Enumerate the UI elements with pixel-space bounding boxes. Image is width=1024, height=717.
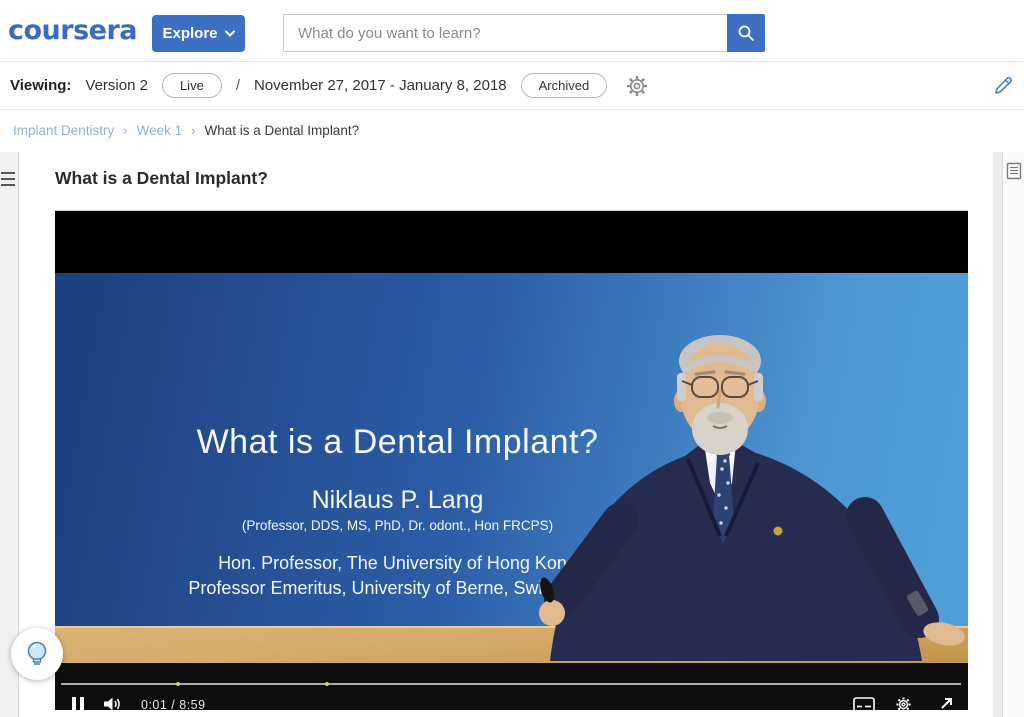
gear-icon (625, 74, 649, 98)
video-player[interactable]: What is a Dental Implant? Niklaus P. Lan… (55, 210, 968, 710)
notes-icon (1006, 162, 1022, 180)
speaker-photo (520, 331, 968, 661)
left-collapsed-sidebar (0, 152, 19, 717)
volume-button[interactable] (103, 696, 123, 710)
breadcrumb-separator-icon: › (191, 123, 195, 138)
live-badge[interactable]: Live (162, 73, 222, 98)
breadcrumb-course-link[interactable]: Implant Dentistry (13, 123, 114, 138)
video-time-display: 0:01 / 8:59 (141, 698, 206, 710)
video-control-bar: 0:01 / 8:59 (55, 663, 968, 710)
pencil-icon (992, 75, 1014, 97)
page-background-gap (993, 152, 1002, 717)
page-title: What is a Dental Implant? (55, 168, 268, 189)
captions-button[interactable] (853, 697, 875, 710)
viewing-label: Viewing: (10, 77, 71, 94)
course-item-page: coursera Explore Viewing: Version 2 Live… (0, 0, 1024, 717)
chevron-down-icon (225, 30, 235, 37)
search-input[interactable] (283, 14, 727, 52)
lightbulb-icon (23, 640, 51, 668)
right-collapsed-sidebar (1002, 152, 1024, 717)
fullscreen-button[interactable] (939, 696, 954, 710)
viewing-separator: / (236, 77, 240, 94)
viewing-bar: Viewing: Version 2 Live / November 27, 2… (0, 62, 1024, 110)
explore-button[interactable]: Explore (152, 15, 245, 52)
explore-button-label: Explore (162, 25, 217, 42)
session-settings-button[interactable] (625, 74, 649, 98)
breadcrumb-current-item: What is a Dental Implant? (205, 123, 360, 138)
captions-icon (853, 697, 875, 710)
hint-lightbulb-button[interactable] (11, 628, 63, 680)
breadcrumb-separator-icon: › (123, 123, 127, 138)
video-letterbox (55, 211, 968, 273)
notes-panel-button[interactable] (1006, 162, 1022, 180)
top-header: coursera Explore (0, 0, 1024, 62)
settings-gear-icon (895, 696, 912, 710)
video-settings-button[interactable] (895, 696, 912, 710)
version-label: Version 2 (85, 77, 148, 94)
breadcrumb-week-link[interactable]: Week 1 (137, 123, 183, 138)
search-button[interactable] (727, 14, 765, 52)
progress-marker (325, 682, 329, 686)
search-bar (283, 14, 765, 52)
session-date-range: November 27, 2017 - January 8, 2018 (254, 77, 507, 94)
breadcrumb-bar: Implant Dentistry › Week 1 › What is a D… (0, 110, 1024, 152)
breadcrumb: Implant Dentistry › Week 1 › What is a D… (13, 123, 359, 138)
menu-icon[interactable] (1, 172, 15, 190)
lecture-content: What is a Dental Implant? What is a Dent… (20, 152, 993, 717)
edit-page-button[interactable] (992, 75, 1014, 97)
archived-badge[interactable]: Archived (521, 73, 608, 98)
coursera-logo[interactable]: coursera (8, 15, 137, 46)
progress-marker (176, 682, 180, 686)
search-icon (737, 24, 755, 42)
fullscreen-icon (939, 696, 954, 710)
video-progress-bar[interactable] (61, 683, 961, 685)
lapel-pin (774, 527, 783, 536)
volume-icon (103, 696, 123, 710)
pause-button[interactable] (72, 697, 84, 710)
video-controls-row: 0:01 / 8:59 (55, 696, 968, 710)
